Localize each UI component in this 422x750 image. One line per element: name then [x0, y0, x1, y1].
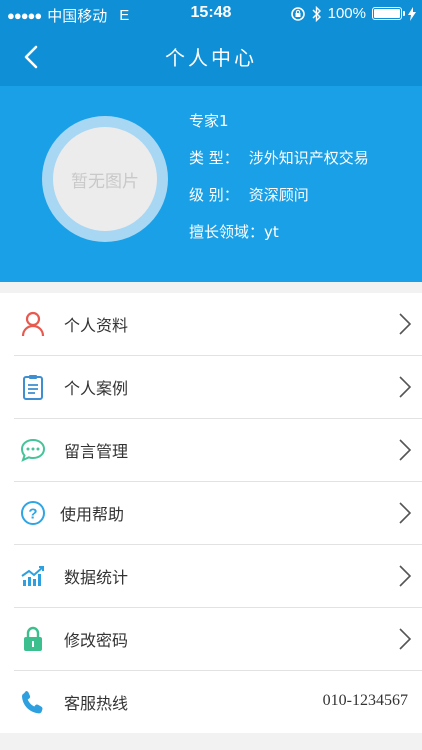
chevron-right-icon [399, 565, 412, 587]
avatar-placeholder-text: 暂无图片 [71, 171, 139, 192]
profile-info: 专家1 类 型： 涉外知识产权交易 级 别： 资深顾问 擅长领域：yt [189, 108, 369, 256]
menu-item-statistics[interactable]: 数据统计 [14, 545, 422, 608]
chevron-right-icon [399, 313, 412, 335]
chevron-right-icon [399, 376, 412, 398]
menu-item-hotline[interactable]: 客服热线 010-1234567 [14, 671, 422, 733]
menu-label: 个人资料 [64, 316, 129, 335]
type-label: 类 型： [189, 149, 239, 167]
field-row: 擅长领域：yt [189, 219, 369, 256]
menu-item-cases[interactable]: 个人案例 [14, 356, 422, 419]
bluetooth-icon [312, 5, 321, 22]
person-icon [21, 311, 45, 337]
clipboard-icon [23, 375, 43, 400]
help-circle-icon: ? [21, 501, 45, 525]
page-title: 个人中心 [165, 46, 257, 70]
menu-item-profile[interactable]: 个人资料 [14, 293, 422, 356]
lock-icon [24, 626, 42, 651]
menu-item-messages[interactable]: 留言管理 [14, 419, 422, 482]
battery-icon [372, 7, 405, 20]
hotline-number[interactable]: 010-1234567 [323, 692, 408, 710]
level-value: 资深顾问 [248, 186, 309, 204]
profile-header: 暂无图片 专家1 类 型： 涉外知识产权交易 级 别： 资深顾问 擅长领域：yt [0, 86, 422, 282]
battery-percent: 100% [327, 5, 366, 22]
menu-label: 使用帮助 [60, 505, 125, 524]
status-bar: ●●●●● 中国移动 E 15:48 100% [0, 0, 422, 28]
type-value: 涉外知识产权交易 [248, 149, 369, 167]
expert-name: 专家1 [189, 112, 229, 130]
chevron-right-icon [399, 439, 412, 461]
level-label: 级 别： [189, 186, 239, 204]
rotation-lock-icon [290, 6, 305, 21]
menu-label: 个人案例 [64, 379, 129, 398]
avatar-ring: 暂无图片 [42, 116, 168, 242]
menu-label: 客服热线 [64, 694, 129, 713]
chart-icon [21, 566, 44, 586]
menu-list: 个人资料 个人案例 留言管理 ? 使用帮助 数据统计 修改密码 客服热线 010… [0, 293, 422, 733]
menu-label: 留言管理 [64, 442, 129, 461]
field-value: yt [264, 223, 279, 241]
svg-text:?: ? [28, 506, 37, 523]
menu-item-help[interactable]: ? 使用帮助 [14, 482, 422, 545]
charging-bolt-icon [408, 6, 416, 21]
menu-label: 数据统计 [64, 568, 129, 587]
menu-item-password[interactable]: 修改密码 [14, 608, 422, 671]
phone-icon [22, 691, 43, 714]
nav-bar: 个人中心 [0, 28, 422, 86]
chevron-right-icon [399, 502, 412, 524]
avatar[interactable]: 暂无图片 [53, 127, 157, 231]
type-row: 类 型： 涉外知识产权交易 [189, 145, 369, 182]
chevron-right-icon [399, 628, 412, 650]
level-row: 级 别： 资深顾问 [189, 182, 369, 219]
menu-label: 修改密码 [64, 631, 129, 650]
field-label: 擅长领域： [189, 223, 265, 241]
chat-bubble-icon [20, 438, 46, 462]
